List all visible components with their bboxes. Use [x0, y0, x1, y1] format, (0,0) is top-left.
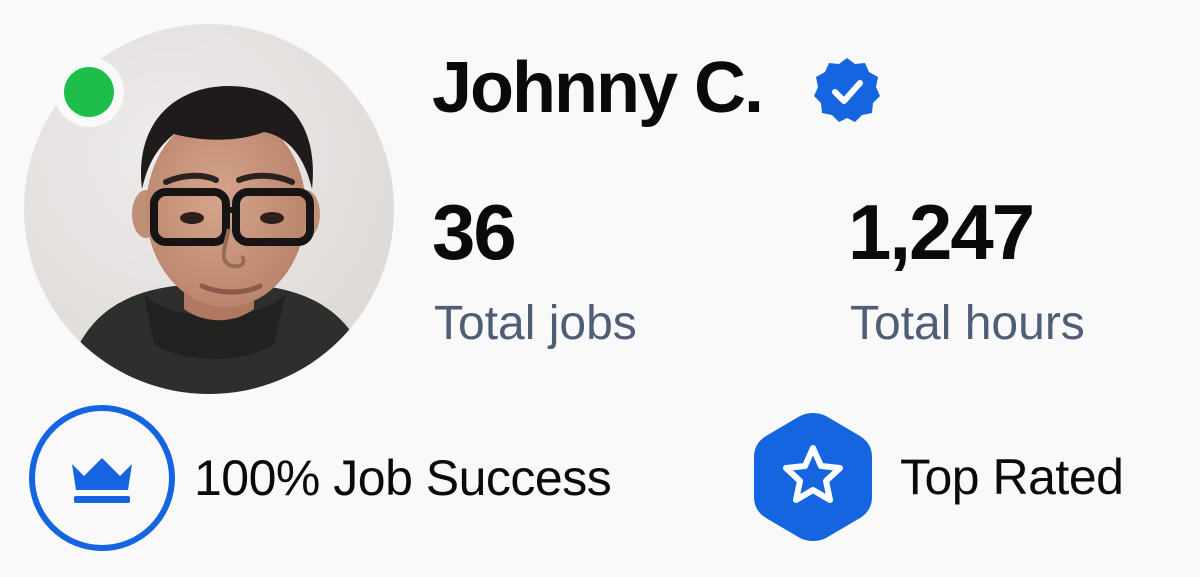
top-rated-badge[interactable]: Top Rated	[752, 410, 1124, 544]
total-hours-value: 1,247	[848, 188, 1035, 276]
top-rated-label: Top Rated	[900, 449, 1124, 505]
avatar-container	[24, 24, 394, 394]
total-jobs-label: Total jobs	[434, 297, 637, 350]
verified-badge-icon[interactable]	[810, 54, 884, 128]
crown-icon	[29, 405, 175, 551]
online-status-indicator	[54, 57, 124, 127]
job-success-badge[interactable]: 100% Job Success	[26, 402, 612, 554]
total-jobs-value: 36	[432, 188, 517, 276]
total-hours-label: Total hours	[850, 297, 1085, 350]
freelancer-name[interactable]: Johnny C.	[432, 48, 764, 128]
job-success-label: 100% Job Success	[194, 450, 612, 506]
star-icon	[754, 413, 872, 541]
